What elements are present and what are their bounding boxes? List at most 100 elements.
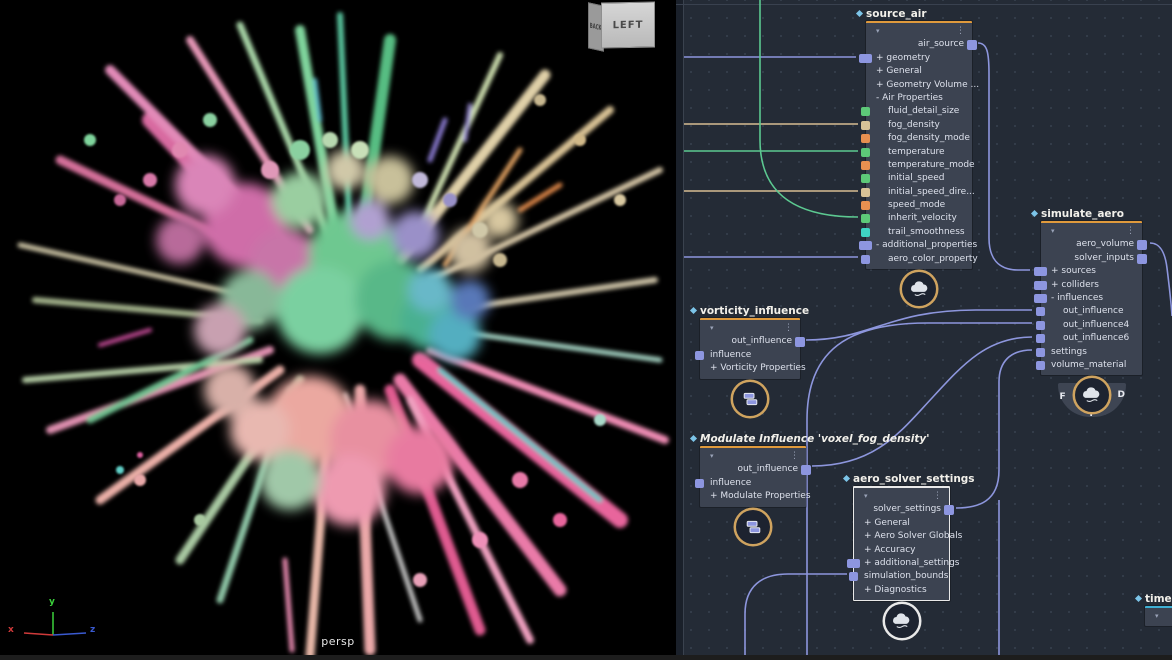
port-row-aero-volume[interactable]: aero_volume bbox=[1041, 238, 1142, 251]
node-body[interactable]: ▾⋮air_source+ geometry+ General+ Geometr… bbox=[866, 21, 972, 269]
port-row--geometry-volume-[interactable]: + Geometry Volume ... bbox=[866, 79, 972, 92]
port-row-solver-settings[interactable]: solver_settings bbox=[854, 503, 949, 516]
input-port-tan[interactable] bbox=[861, 121, 870, 130]
port-row-out-influence[interactable]: out_influence bbox=[700, 463, 806, 476]
input-port-multi[interactable] bbox=[847, 559, 860, 568]
bifrost-graph-editor[interactable]: source_air▾⋮air_source+ geometry+ Genera… bbox=[676, 0, 1172, 660]
node-source_air[interactable]: source_air▾⋮air_source+ geometry+ Genera… bbox=[866, 7, 972, 269]
port-row--modulate-properties[interactable]: + Modulate Properties bbox=[700, 490, 806, 503]
node-vorticity_influence[interactable]: vorticity_influence▾⋮out_influenceinflue… bbox=[700, 304, 800, 379]
port-row-volume-material[interactable]: volume_material bbox=[1041, 359, 1142, 372]
output-port-lavender[interactable] bbox=[1137, 240, 1147, 250]
fan-button-d[interactable]: D bbox=[1118, 390, 1125, 400]
input-port-lavender[interactable] bbox=[1036, 307, 1045, 316]
input-port-multi[interactable] bbox=[859, 241, 872, 250]
node-title[interactable]: source_air bbox=[866, 7, 972, 21]
port-row--accuracy[interactable]: + Accuracy bbox=[854, 544, 949, 557]
port-row--general[interactable]: + General bbox=[854, 517, 949, 530]
node-body[interactable]: ▾⋮solver_settings+ General+ Aero Solver … bbox=[853, 486, 950, 601]
port-row-influence[interactable]: influence bbox=[700, 349, 800, 362]
node-header-row[interactable]: ▾⋮ bbox=[1041, 225, 1142, 238]
input-port-orange[interactable] bbox=[861, 161, 870, 170]
input-port-green[interactable] bbox=[861, 214, 870, 223]
input-port-lavender[interactable] bbox=[695, 479, 704, 488]
input-port-multi[interactable] bbox=[1034, 267, 1047, 276]
port-row-aero-color-property[interactable]: aero_color_property bbox=[866, 253, 972, 266]
input-port-lavender[interactable] bbox=[1036, 361, 1045, 370]
port-row-out-influence[interactable]: out_influence bbox=[1041, 305, 1142, 318]
port-row--geometry[interactable]: + geometry bbox=[866, 52, 972, 65]
output-port-lavender[interactable] bbox=[1137, 254, 1147, 264]
node-title[interactable]: vorticity_influence bbox=[700, 304, 800, 318]
input-port-lavender[interactable] bbox=[849, 572, 858, 581]
port-row--colliders[interactable]: + colliders bbox=[1041, 279, 1142, 292]
node-modulate_influence[interactable]: Modulate Influence 'voxel_fog_density'▾⋮… bbox=[700, 432, 806, 507]
view-cube-front-face[interactable]: LEFT bbox=[601, 2, 655, 49]
port-row--sources[interactable]: + sources bbox=[1041, 265, 1142, 278]
input-port-multi[interactable] bbox=[1034, 281, 1047, 290]
node-body[interactable]: ▾⋮ bbox=[1145, 606, 1172, 626]
port-row-air-source[interactable]: air_source bbox=[866, 38, 972, 51]
fan-button-f[interactable]: F bbox=[1060, 392, 1066, 402]
port-row-solver-inputs[interactable]: solver_inputs bbox=[1041, 252, 1142, 265]
cloud-badge[interactable] bbox=[902, 272, 936, 306]
collapse-chevron-icon[interactable]: ▾ bbox=[710, 452, 714, 460]
compound-badge[interactable] bbox=[736, 510, 770, 544]
port-row--additional-settings[interactable]: + additional_settings bbox=[854, 557, 949, 570]
port-row-out-influence6[interactable]: out_influence6 bbox=[1041, 332, 1142, 345]
port-row-inherit-velocity[interactable]: inherit_velocity bbox=[866, 212, 972, 225]
port-row-initial-speed-dire-[interactable]: initial_speed_dire... bbox=[866, 186, 972, 199]
port-row--diagnostics[interactable]: + Diagnostics bbox=[854, 584, 949, 597]
collapse-chevron-icon[interactable]: ▾ bbox=[1155, 612, 1159, 620]
port-row-fog-density-mode[interactable]: fog_density_mode bbox=[866, 132, 972, 145]
viewport-3d[interactable]: BACK LEFT y x z persp bbox=[0, 0, 676, 660]
input-port-lavender[interactable] bbox=[1036, 334, 1045, 343]
port-row-fluid-detail-size[interactable]: fluid_detail_size bbox=[866, 105, 972, 118]
node-title[interactable]: simulate_aero bbox=[1041, 207, 1142, 221]
cloud-badge[interactable] bbox=[885, 604, 919, 638]
node-header-row[interactable]: ▾⋮ bbox=[700, 450, 806, 463]
node-title[interactable]: Modulate Influence 'voxel_fog_density' bbox=[700, 432, 806, 446]
collapse-chevron-icon[interactable]: ▾ bbox=[710, 324, 714, 332]
node-title[interactable]: aero_solver_settings bbox=[853, 472, 950, 486]
cloud-badge[interactable] bbox=[1075, 378, 1109, 412]
port-row--aero-solver-globals[interactable]: + Aero Solver Globals bbox=[854, 530, 949, 543]
node-simulate_aero[interactable]: simulate_aero▾⋮aero_volumesolver_inputs+… bbox=[1041, 207, 1142, 375]
node-menu-icon[interactable]: ⋮ bbox=[790, 450, 799, 463]
node-aero_solver_settings[interactable]: aero_solver_settings▾⋮solver_settings+ G… bbox=[853, 472, 950, 601]
node-body[interactable]: ▾⋮out_influenceinfluence+ Vorticity Prop… bbox=[700, 318, 800, 379]
view-cube[interactable]: BACK LEFT bbox=[588, 0, 658, 52]
node-menu-icon[interactable]: ⋮ bbox=[933, 490, 942, 503]
node-header-row[interactable]: ▾⋮ bbox=[866, 25, 972, 38]
port-row--vorticity-properties[interactable]: + Vorticity Properties bbox=[700, 362, 800, 375]
collapse-chevron-icon[interactable]: ▾ bbox=[864, 492, 868, 500]
input-port-lavender[interactable] bbox=[1036, 321, 1045, 330]
input-port-green[interactable] bbox=[861, 174, 870, 183]
node-header-row[interactable]: ▾⋮ bbox=[1145, 610, 1172, 623]
output-port-lavender[interactable] bbox=[801, 465, 811, 475]
node-time1[interactable]: time1 ▾⋮ bbox=[1145, 592, 1172, 626]
input-port-lavender[interactable] bbox=[695, 351, 704, 360]
node-menu-icon[interactable]: ⋮ bbox=[956, 25, 965, 38]
port-row-initial-speed[interactable]: initial_speed bbox=[866, 172, 972, 185]
input-port-orange[interactable] bbox=[861, 201, 870, 210]
node-title[interactable]: time1 bbox=[1145, 592, 1172, 606]
output-port-lavender[interactable] bbox=[967, 40, 977, 50]
port-row--influences[interactable]: - influences bbox=[1041, 292, 1142, 305]
node-header-row[interactable]: ▾⋮ bbox=[700, 322, 800, 335]
input-port-orange[interactable] bbox=[861, 134, 870, 143]
input-port-lavender[interactable] bbox=[1036, 348, 1045, 357]
port-row--general[interactable]: + General bbox=[866, 65, 972, 78]
collapse-chevron-icon[interactable]: ▾ bbox=[876, 27, 880, 35]
port-row-temperature-mode[interactable]: temperature_mode bbox=[866, 159, 972, 172]
node-header-row[interactable]: ▾⋮ bbox=[854, 490, 949, 503]
input-port-multi[interactable] bbox=[1034, 294, 1047, 303]
node-body[interactable]: ▾⋮aero_volumesolver_inputs+ sources+ col… bbox=[1041, 221, 1142, 375]
input-port-tan[interactable] bbox=[861, 188, 870, 197]
input-port-green[interactable] bbox=[861, 107, 870, 116]
port-row-trail-smoothness[interactable]: trail_smoothness bbox=[866, 226, 972, 239]
port-row--air-properties[interactable]: - Air Properties bbox=[866, 92, 972, 105]
port-row-temperature[interactable]: temperature bbox=[866, 146, 972, 159]
port-row--additional-properties[interactable]: - additional_properties bbox=[866, 239, 972, 252]
input-port-green[interactable] bbox=[861, 148, 870, 157]
